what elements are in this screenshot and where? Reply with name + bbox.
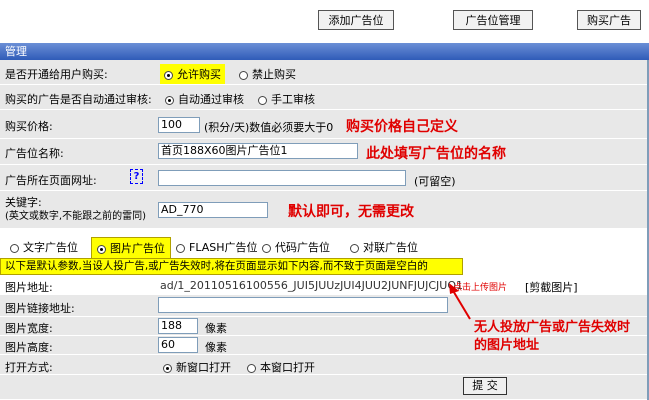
image-annotation-line1: 无人投放广告或广告失效时 [474, 320, 631, 335]
annotation-arrow [449, 283, 471, 320]
image-annotation-line2: 的图片地址 [474, 338, 540, 353]
submit-button[interactable]: 提 交 [463, 377, 507, 395]
